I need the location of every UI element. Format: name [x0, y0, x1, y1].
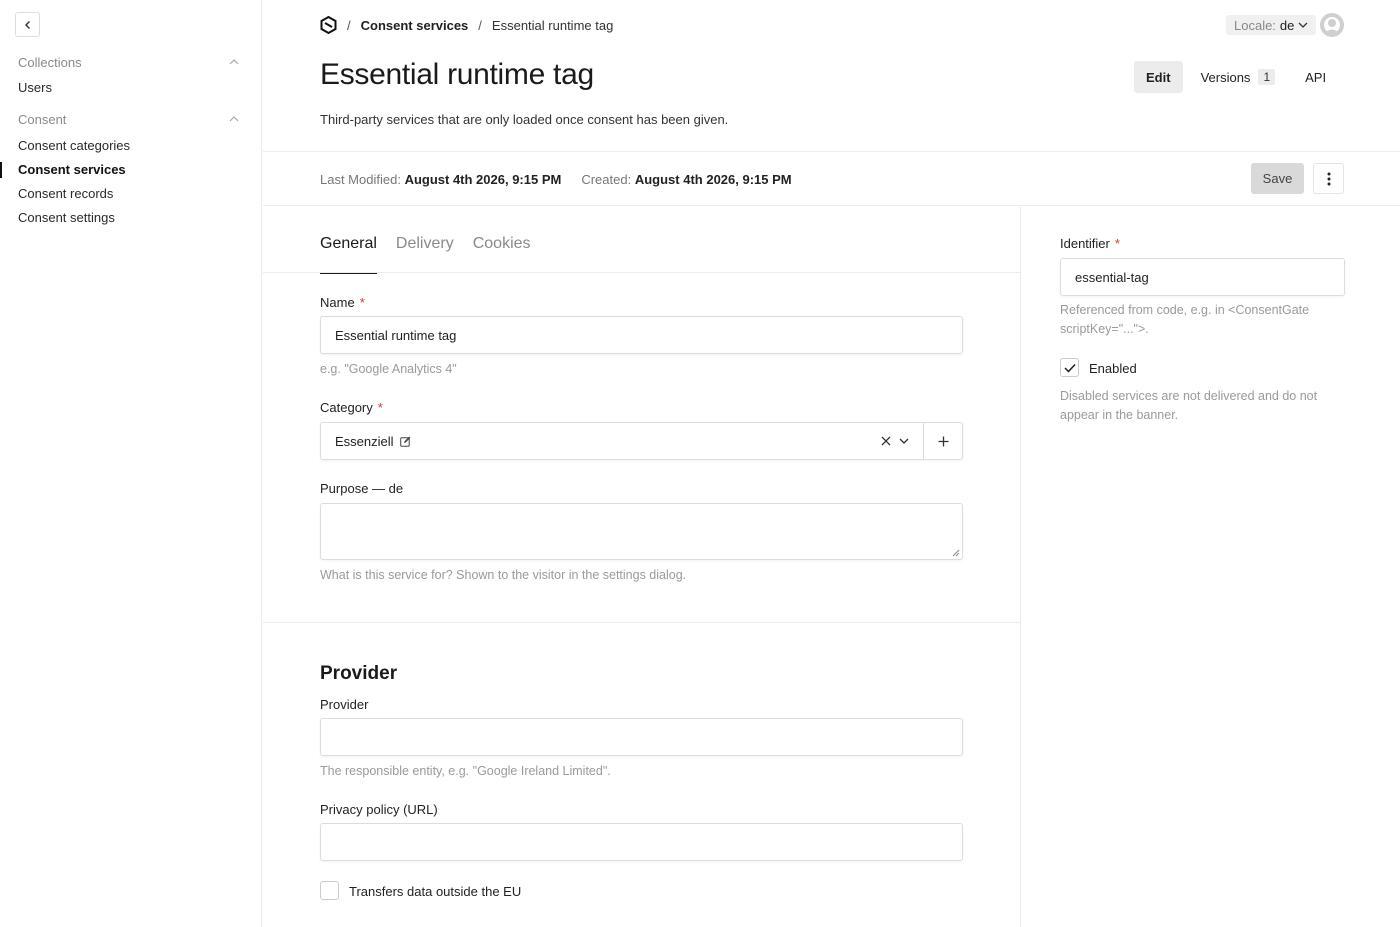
category-select-field[interactable]: Essenziell: [321, 423, 881, 459]
edit-tab-button[interactable]: Edit: [1134, 61, 1183, 93]
purpose-label: Purpose — de: [320, 481, 404, 496]
sidebar-item-consent-categories[interactable]: Consent categories: [0, 134, 262, 158]
name-label-text: Name: [320, 295, 355, 310]
chevron-down-icon: [1298, 22, 1308, 28]
versions-count-badge: 1: [1258, 69, 1276, 85]
more-options-button[interactable]: [1313, 163, 1344, 194]
meta-bar: Last Modified: August 4th 2026, 9:15 PM …: [263, 151, 1400, 206]
purpose-hint: What is this service for? Shown to the v…: [320, 568, 687, 582]
form-tabs: General Delivery Cookies: [320, 207, 531, 274]
name-hint: e.g. "Google Analytics 4": [320, 362, 457, 376]
breadcrumb-current: Essential runtime tag: [491, 17, 614, 33]
last-modified-label: Last Modified:: [320, 172, 401, 187]
avatar[interactable]: [1320, 13, 1344, 37]
sidebar-item-consent-settings[interactable]: Consent settings: [0, 206, 262, 230]
privacy-policy-label: Privacy policy (URL): [320, 802, 438, 817]
form-sidebar: Identifier * essential-tag Referenced fro…: [1022, 207, 1400, 927]
plus-icon: [938, 436, 948, 446]
versions-label: Versions: [1200, 69, 1251, 85]
tabs-divider: [263, 272, 1021, 273]
tab-cookies[interactable]: Cookies: [473, 207, 531, 273]
identifier-label-text: Identifier: [1060, 236, 1110, 251]
chevron-up-icon: [229, 116, 239, 122]
enabled-hint: Disabled services are not delivered and …: [1060, 389, 1318, 422]
last-modified-value: August 4th 2026, 9:15 PM: [404, 172, 562, 187]
category-select: Essenziell: [320, 422, 963, 460]
identifier-label: Identifier *: [1060, 236, 1120, 251]
category-select-controls: [881, 423, 923, 459]
created: Created: August 4th 2026, 9:15 PM: [581, 172, 791, 187]
check-icon: [1063, 363, 1076, 373]
required-marker: *: [359, 295, 365, 310]
sidebar-item-consent-services[interactable]: Consent services: [0, 158, 262, 182]
name-input[interactable]: Essential runtime tag: [320, 316, 963, 354]
enabled-label: Enabled: [1089, 361, 1137, 376]
chevron-up-icon: [229, 59, 239, 65]
nav-group-label: Collections: [18, 54, 82, 70]
required-marker: *: [1114, 236, 1120, 251]
breadcrumb-link-consent-services[interactable]: Consent services: [361, 18, 469, 33]
breadcrumb-separator: /: [478, 17, 482, 33]
back-button[interactable]: [15, 12, 40, 37]
breadcrumb: / Consent services / Essential runtime t…: [320, 15, 613, 35]
nav-group-label: Consent: [18, 111, 67, 127]
provider-label: Provider: [320, 697, 369, 712]
privacy-policy-input[interactable]: [320, 823, 963, 861]
api-label: API: [1305, 69, 1327, 85]
main-content: / Consent services / Essential runtime t…: [263, 0, 1400, 927]
sidebar-item-consent-records[interactable]: Consent records: [0, 182, 262, 206]
nav-group-toggle-collections[interactable]: Collections: [0, 52, 262, 72]
edit-icon[interactable]: [399, 436, 411, 447]
page-title: Essential runtime tag: [320, 58, 594, 91]
sidebar-item-users[interactable]: Users: [0, 76, 262, 100]
last-modified: Last Modified: August 4th 2026, 9:15 PM: [320, 172, 561, 187]
logo-icon[interactable]: [320, 16, 337, 34]
tab-general[interactable]: General: [320, 207, 377, 274]
nav-group-collections: Collections Users: [0, 52, 262, 100]
save-button[interactable]: Save: [1251, 163, 1304, 194]
page-description: Third-party services that are only loade…: [320, 112, 729, 127]
identifier-input[interactable]: essential-tag: [1060, 258, 1345, 296]
name-label: Name *: [320, 295, 365, 310]
versions-tab-button[interactable]: Versions 1: [1189, 61, 1288, 93]
breadcrumb-separator: /: [347, 17, 351, 33]
edit-label: Edit: [1146, 69, 1171, 85]
chevron-left-icon: [24, 20, 30, 29]
api-tab-button[interactable]: API: [1293, 61, 1338, 93]
transfers-outside-eu-checkbox[interactable]: [320, 881, 339, 900]
required-marker: *: [377, 400, 383, 415]
locale-selector[interactable]: Locale: de: [1226, 15, 1317, 35]
tab-delivery[interactable]: Delivery: [396, 207, 454, 273]
identifier-hint: Referenced from code, e.g. in <ConsentGa…: [1060, 303, 1310, 336]
provider-hint: The responsible entity, e.g. "Google Ire…: [320, 764, 611, 778]
provider-section-title: Provider: [320, 663, 398, 684]
document-actions: Edit Versions 1 API: [1134, 61, 1344, 93]
sidebar: Collections Users Consent Consent catego…: [0, 0, 262, 927]
nav-group-toggle-consent[interactable]: Consent: [0, 109, 262, 129]
section-divider: [263, 622, 1021, 623]
category-value: Essenziell: [335, 433, 394, 449]
created-label: Created:: [581, 172, 632, 187]
form-main: General Delivery Cookies Name * Essential…: [263, 207, 1021, 927]
provider-input[interactable]: [320, 718, 963, 756]
document-meta: Last Modified: August 4th 2026, 9:15 PM …: [320, 172, 792, 187]
enabled-checkbox[interactable]: [1060, 358, 1079, 377]
nav-group-consent: Consent Consent categories Consent servi…: [0, 109, 262, 230]
chevron-down-icon[interactable]: [899, 438, 909, 444]
locale-label: Locale:: [1234, 17, 1276, 33]
user-icon: [1321, 14, 1343, 36]
resize-handle-icon[interactable]: [952, 549, 960, 557]
locale-value: de: [1279, 17, 1295, 33]
purpose-textarea[interactable]: [320, 503, 963, 560]
transfers-outside-eu-label: Transfers data outside the EU: [349, 884, 522, 899]
created-value: August 4th 2026, 9:15 PM: [634, 172, 792, 187]
add-category-button[interactable]: [923, 423, 962, 459]
category-label-text: Category: [320, 400, 373, 415]
category-label: Category *: [320, 400, 383, 415]
x-icon[interactable]: [881, 436, 891, 446]
more-vertical-icon: [1327, 172, 1330, 185]
